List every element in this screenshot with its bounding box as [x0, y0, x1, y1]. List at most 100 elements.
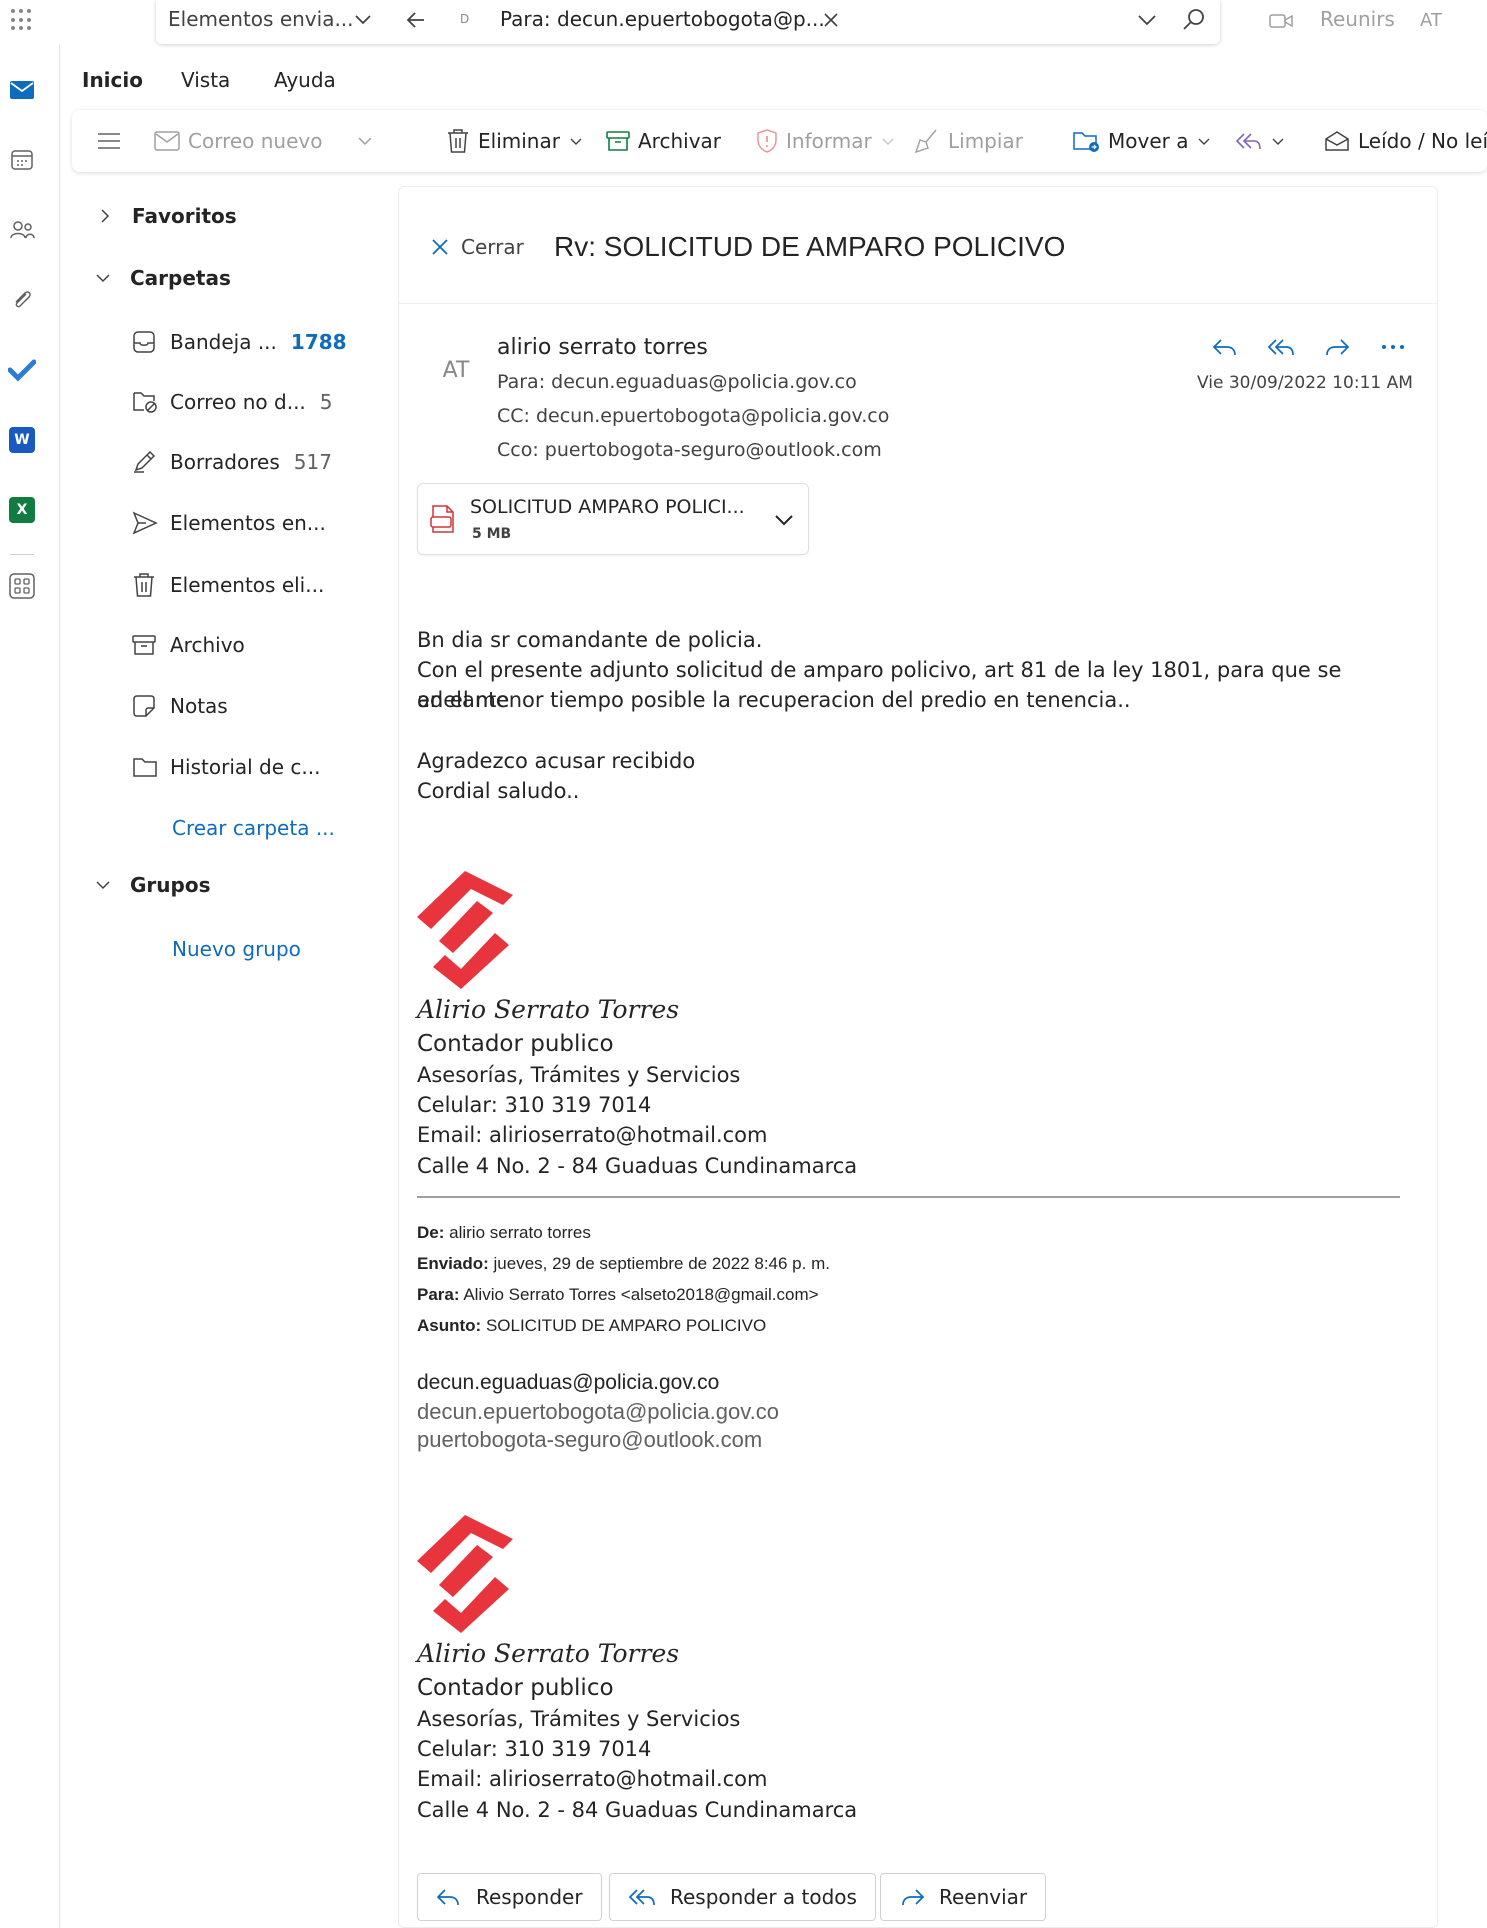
- todo-icon[interactable]: [8, 356, 36, 384]
- delete-button[interactable]: Eliminar: [446, 110, 584, 172]
- groups-section[interactable]: Grupos: [94, 873, 210, 897]
- new-mail-dropdown[interactable]: [356, 110, 374, 172]
- reply-button[interactable]: Responder: [417, 1873, 602, 1921]
- signature-email: Email: alirioserrato@hotmail.com: [417, 1767, 768, 1791]
- forward-label: Reenviar: [939, 1885, 1028, 1909]
- app-launcher-icon[interactable]: [9, 7, 35, 33]
- excel-icon[interactable]: X: [8, 496, 36, 524]
- folder-label: Correo no d...: [170, 390, 306, 414]
- envelope-open-icon: [1325, 131, 1349, 151]
- bcc-recipients[interactable]: Cco: puertobogota-seguro@outlook.com: [497, 439, 882, 461]
- close-icon: [432, 239, 448, 255]
- reply-all-dropdown-button[interactable]: [1234, 110, 1286, 172]
- reply-all-button[interactable]: Responder a todos: [609, 1873, 876, 1921]
- reply-all-label: Responder a todos: [670, 1885, 857, 1909]
- folder-sent[interactable]: Elementos en...: [132, 511, 326, 535]
- chevron-down-icon[interactable]: [1134, 7, 1160, 33]
- reply-label: Responder: [476, 1885, 583, 1909]
- forward-from: De: alirio serrato torres: [417, 1223, 591, 1243]
- body-line: Agradezco acusar recibido: [417, 749, 696, 773]
- folders-section[interactable]: Carpetas: [94, 266, 231, 290]
- more-options-icon[interactable]: [1375, 329, 1411, 365]
- favorites-label: Favoritos: [132, 204, 237, 228]
- attachment-card[interactable]: SOLICITUD AMPARO POLICI... 5 MB: [417, 483, 809, 555]
- forward-icon[interactable]: [1319, 329, 1355, 365]
- cc-recipients[interactable]: CC: decun.epuertobogota@policia.gov.co: [497, 405, 889, 427]
- folder-deleted[interactable]: Elementos eli...: [132, 572, 324, 598]
- word-icon[interactable]: W: [8, 426, 36, 454]
- folder-junk[interactable]: Correo no d... 5: [132, 390, 333, 414]
- chevron-down-icon: [96, 274, 110, 283]
- menu-icon: [98, 133, 120, 149]
- new-mail-button[interactable]: Correo nuevo: [154, 110, 322, 172]
- top-bar: Elementos envia... D Para: decun.epuerto…: [0, 0, 1487, 44]
- calendar-icon[interactable]: [8, 146, 36, 174]
- sweep-label: Limpiar: [948, 129, 1023, 153]
- create-folder-link[interactable]: Crear carpeta ...: [172, 816, 335, 840]
- favorites-section[interactable]: Favoritos: [96, 204, 237, 228]
- meet-now-button[interactable]: Reunirse: [1320, 7, 1396, 31]
- sender-name[interactable]: alirio serrato torres: [497, 335, 708, 360]
- new-group-link[interactable]: Nuevo grupo: [172, 937, 301, 961]
- mail-icon[interactable]: [8, 76, 36, 104]
- archive-button[interactable]: Archivar: [606, 110, 721, 172]
- folder-label: Bandeja ...: [170, 330, 277, 354]
- tab-ayuda[interactable]: Ayuda: [274, 68, 336, 92]
- move-to-button[interactable]: Mover a: [1072, 110, 1212, 172]
- pdf-file-icon: [430, 505, 454, 533]
- more-apps-icon[interactable]: [8, 572, 36, 600]
- signature-services: Asesorías, Trámites y Servicios: [417, 1707, 741, 1731]
- forward-to: Para: Alivio Serrato Torres <alseto2018@…: [417, 1285, 819, 1305]
- folder-drafts[interactable]: Borradores 517: [132, 450, 332, 474]
- folder-archive[interactable]: Archivo: [132, 633, 245, 657]
- chevron-down-icon[interactable]: [772, 508, 796, 532]
- folder-notes[interactable]: Notas: [132, 694, 228, 718]
- folder-label: Archivo: [170, 633, 245, 657]
- to-recipients[interactable]: Para: decun.eguaduas@policia.gov.co: [497, 371, 857, 393]
- people-icon[interactable]: [8, 216, 36, 244]
- meta-label: Para:: [417, 1285, 460, 1304]
- message-date: Vie 30/09/2022 10:11 AM: [1197, 373, 1413, 393]
- pencil-icon: [134, 450, 156, 473]
- signature-name: Alirio Serrato Torres: [417, 995, 680, 1024]
- hamburger-menu-button[interactable]: [96, 110, 122, 172]
- meta-value: alirio serrato torres: [444, 1223, 591, 1242]
- folder-inbox[interactable]: Bandeja ... 1788: [132, 330, 347, 354]
- attachment-icon[interactable]: [8, 286, 36, 314]
- body-line: Bn dia sr comandante de policia.: [417, 628, 763, 652]
- archive-icon: [132, 635, 156, 655]
- note-icon: [133, 695, 155, 717]
- search-scope-label[interactable]: Elementos envia...: [168, 7, 354, 31]
- reply-all-icon[interactable]: [1263, 329, 1299, 365]
- chevron-down-icon: [882, 138, 894, 145]
- close-icon[interactable]: [820, 9, 842, 31]
- search-icon[interactable]: [1180, 6, 1208, 34]
- search-filter-chip: D: [460, 12, 470, 26]
- forward-button[interactable]: Reenviar: [880, 1873, 1047, 1921]
- folder-conversation-history[interactable]: Historial de c...: [132, 755, 320, 779]
- folders-label: Carpetas: [130, 266, 231, 290]
- tab-inicio[interactable]: Inicio: [82, 68, 143, 92]
- reply-icon[interactable]: [1207, 329, 1243, 365]
- back-arrow-icon[interactable]: [402, 6, 430, 34]
- move-to-label: Mover a: [1108, 129, 1189, 153]
- signature-title: Contador publico: [417, 1031, 614, 1057]
- folder-label: Elementos eli...: [170, 573, 325, 597]
- report-button[interactable]: Informar: [756, 110, 896, 172]
- company-logo: [417, 871, 513, 989]
- folder-icon: [133, 758, 157, 777]
- folder-label: Borradores: [170, 450, 280, 474]
- signature-email: Email: alirioserrato@hotmail.com: [417, 1123, 768, 1147]
- read-unread-button[interactable]: Leído / No leído: [1324, 110, 1487, 172]
- broom-icon: [914, 129, 937, 154]
- forward-subject: Asunto: SOLICITUD DE AMPARO POLICIVO: [417, 1316, 766, 1336]
- search-input[interactable]: Para: decun.epuertobogota@p...: [500, 7, 825, 31]
- chevron-down-icon[interactable]: [352, 8, 374, 30]
- video-camera-icon[interactable]: [1268, 10, 1294, 32]
- chevron-right-icon: [101, 209, 110, 223]
- close-button[interactable]: Cerrar: [429, 235, 524, 259]
- sender-avatar[interactable]: AT: [433, 347, 479, 393]
- tab-vista[interactable]: Vista: [181, 68, 230, 92]
- account-avatar[interactable]: AT: [1420, 10, 1442, 31]
- sweep-button[interactable]: Limpiar: [914, 110, 1023, 172]
